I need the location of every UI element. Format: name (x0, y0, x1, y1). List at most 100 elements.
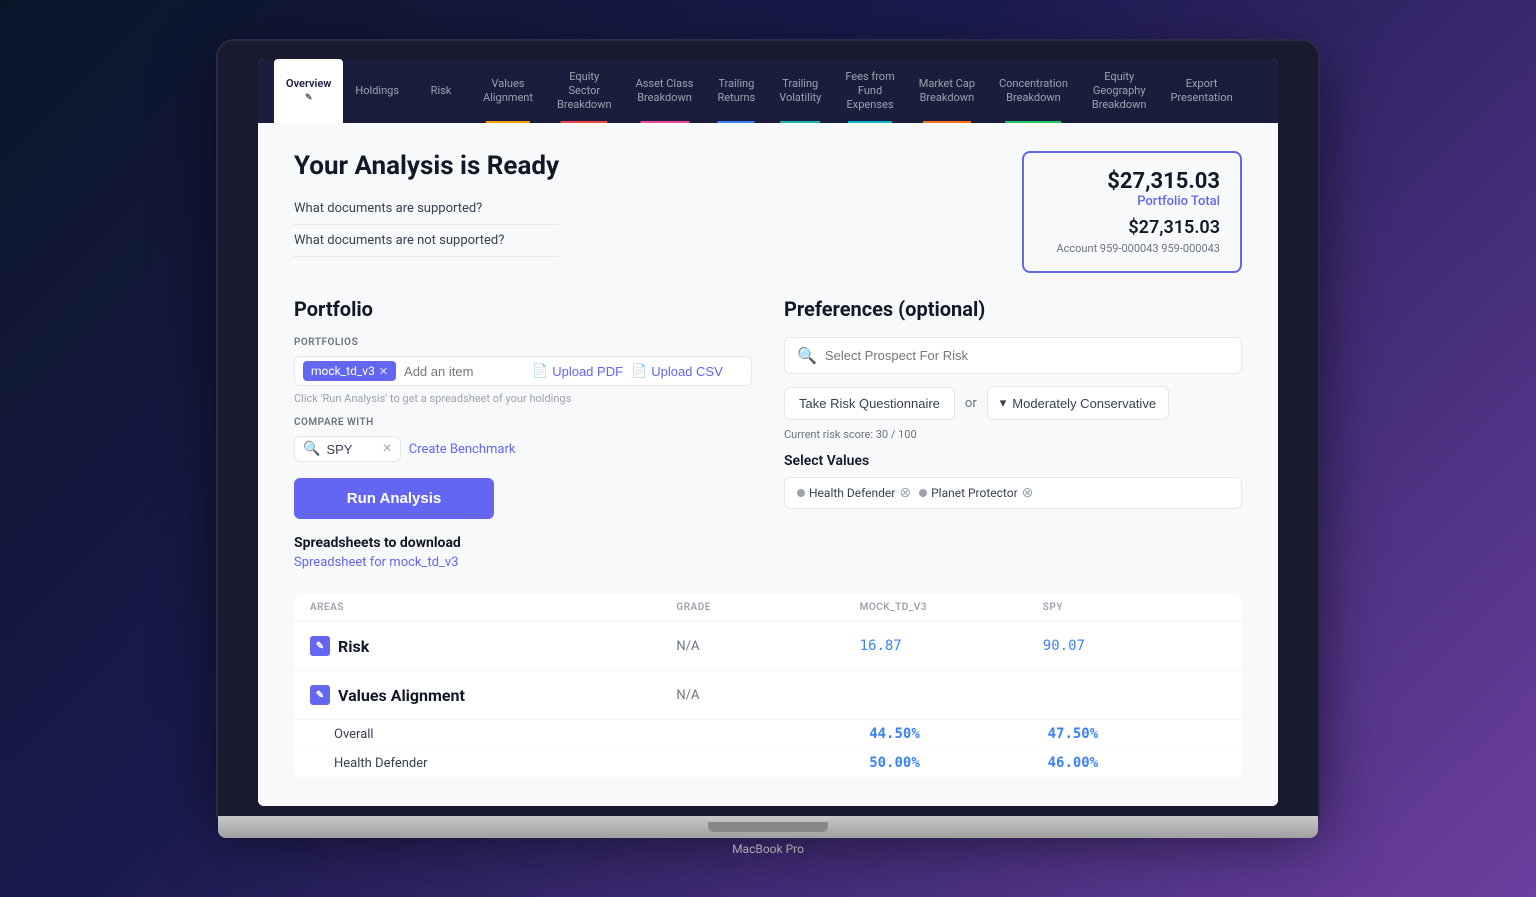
planet-protector-dot (919, 489, 927, 497)
prospect-search-bar: 🔍 (784, 337, 1242, 374)
prospect-search-icon: 🔍 (797, 346, 817, 365)
nav-label-trailing-returns: Trailing Returns (717, 77, 755, 106)
analysis-table: AREAS GRADE MOCK_TD_V3 SPY ✎ Risk N/A 16… (294, 594, 1242, 778)
chevron-down-icon: ▾ (1000, 395, 1007, 411)
sub-row-health-defender: Health Defender 50.00% 46.00% (294, 749, 1242, 778)
add-item-input[interactable] (404, 364, 524, 379)
nav-label-overview: Overview (286, 77, 331, 91)
upload-pdf-button[interactable]: 📄 Upload PDF (532, 363, 623, 379)
risk-mock-value: 16.87 (860, 638, 1043, 654)
values-alignment-grade: N/A (676, 688, 859, 703)
portfolio-total-card: $27,315.03 Portfolio Total $27,315.03 Ac… (1022, 151, 1242, 273)
portfolio-account-detail: Account 959-000043 959-000043 (1044, 242, 1220, 255)
page-title: Your Analysis is Ready (294, 151, 559, 181)
sub-row-overall: Overall 44.50% 47.50% (294, 720, 1242, 749)
laptop-model-label: MacBook Pro (218, 842, 1318, 856)
compare-input[interactable] (326, 442, 376, 457)
prospect-search-input[interactable] (825, 348, 1229, 363)
compare-with-label: COMPARE WITH (294, 417, 752, 428)
clear-compare-button[interactable]: × (382, 441, 391, 457)
nav-label-equity-geography: Equity Geography Breakdown (1092, 70, 1147, 113)
nav-label-holdings: Holdings (355, 84, 399, 98)
create-benchmark-link[interactable]: Create Benchmark (409, 442, 516, 457)
preferences-section-title: Preferences (optional) (784, 297, 1242, 321)
preferences-column: Preferences (optional) 🔍 Take Risk Quest… (784, 297, 1242, 570)
portfolio-column: Portfolio PORTFOLIOS mock_td_v3 ✕ 📄 Uplo… (294, 297, 752, 570)
risk-label: Risk (338, 637, 369, 656)
values-tags-row: Health Defender ⊗ Planet Protector ⊗ (784, 477, 1242, 509)
nav-item-asset-class[interactable]: Asset Class Breakdown (624, 59, 706, 123)
spreadsheet-link[interactable]: Spreadsheet for mock_td_v3 (294, 555, 752, 570)
sub-label-health-defender: Health Defender (334, 756, 691, 771)
nav-label-concentration: Concentration Breakdown (999, 77, 1068, 106)
compare-row: 🔍 × Create Benchmark (294, 436, 752, 462)
table-header-row: AREAS GRADE MOCK_TD_V3 SPY (294, 594, 1242, 622)
take-risk-questionnaire-button[interactable]: Take Risk Questionnaire (784, 387, 955, 420)
col-header-areas: AREAS (310, 602, 676, 613)
portfolio-total-label: Portfolio Total (1044, 194, 1220, 209)
values-alignment-area-icon: ✎ (310, 685, 330, 705)
nav-item-equity-geography[interactable]: Equity Geography Breakdown (1080, 59, 1159, 123)
table-row-values-alignment: ✎ Values Alignment N/A (294, 671, 1242, 720)
overall-spy-value: 47.50% (1048, 726, 1226, 742)
portfolio-total-amount: $27,315.03 (1044, 169, 1220, 194)
nav-item-export[interactable]: Export Presentation (1158, 59, 1244, 123)
upload-pdf-icon: 📄 (532, 363, 548, 379)
health-defender-remove[interactable]: ⊗ (899, 486, 911, 500)
select-values-title: Select Values (784, 453, 1242, 469)
nav-label-asset-class: Asset Class Breakdown (636, 77, 694, 106)
spreadsheets-title: Spreadsheets to download (294, 535, 752, 551)
laptop-base (218, 816, 1318, 838)
upload-csv-button[interactable]: 📄 Upload CSV (631, 363, 723, 379)
col-header-mock: MOCK_TD_V3 (860, 602, 1043, 613)
area-label-risk: ✎ Risk (310, 636, 676, 656)
risk-level-dropdown[interactable]: ▾ Moderately Conservative (987, 386, 1169, 420)
nav-item-fees[interactable]: Fees from Fund Expenses (833, 59, 906, 123)
portfolio-section-title: Portfolio (294, 297, 752, 321)
risk-spy-value: 90.07 (1043, 638, 1226, 654)
nav-item-equity-sector[interactable]: Equity Sector Breakdown (545, 59, 624, 123)
nav-item-values-alignment[interactable]: Values Alignment (471, 59, 545, 123)
nav-item-concentration[interactable]: Concentration Breakdown (987, 59, 1080, 123)
nav-item-risk[interactable]: Risk (411, 59, 471, 123)
nav-label-values-alignment: Values Alignment (483, 77, 533, 106)
values-alignment-label: Values Alignment (338, 686, 465, 705)
faq-item-1[interactable]: What documents are supported? (294, 193, 559, 225)
analysis-header-left: Your Analysis is Ready What documents ar… (294, 151, 559, 257)
portfolio-tag-remove[interactable]: ✕ (379, 365, 388, 378)
risk-score-text: Current risk score: 30 / 100 (784, 428, 1242, 441)
run-analysis-button[interactable]: Run Analysis (294, 478, 494, 519)
col-header-grade: GRADE (676, 602, 859, 613)
portfolios-label: PORTFOLIOS (294, 337, 752, 348)
navigation-bar: Overview ✎ Holdings Risk Values Alignmen… (258, 59, 1278, 123)
nav-label-equity-sector: Equity Sector Breakdown (557, 70, 612, 113)
laptop-notch (708, 822, 828, 832)
nav-item-holdings[interactable]: Holdings (343, 59, 411, 123)
health-defender-spy-value: 46.00% (1048, 755, 1226, 771)
preferences-row: Take Risk Questionnaire or ▾ Moderately … (784, 386, 1242, 420)
click-hint-text: Click 'Run Analysis' to get a spreadshee… (294, 392, 752, 405)
main-content: Your Analysis is Ready What documents ar… (258, 123, 1278, 806)
value-tag-planet-protector: Planet Protector ⊗ (919, 486, 1033, 500)
area-label-values-alignment: ✎ Values Alignment (310, 685, 676, 705)
two-col-layout: Portfolio PORTFOLIOS mock_td_v3 ✕ 📄 Uplo… (294, 297, 1242, 570)
compare-input-wrap: 🔍 × (294, 436, 401, 462)
value-tag-health-defender: Health Defender ⊗ (797, 486, 911, 500)
table-row-risk: ✎ Risk N/A 16.87 90.07 (294, 622, 1242, 671)
search-icon: 🔍 (303, 441, 320, 457)
or-text: or (965, 396, 977, 411)
risk-area-icon: ✎ (310, 636, 330, 656)
analysis-header: Your Analysis is Ready What documents ar… (294, 151, 1242, 273)
health-defender-mock-value: 50.00% (869, 755, 1047, 771)
overall-mock-value: 44.50% (869, 726, 1047, 742)
nav-label-fees: Fees from Fund Expenses (845, 70, 894, 113)
nav-item-trailing-volatility[interactable]: Trailing Volatility (767, 59, 833, 123)
faq-item-2[interactable]: What documents are not supported? (294, 225, 559, 257)
nav-item-trailing-returns[interactable]: Trailing Returns (705, 59, 767, 123)
nav-label-market-cap: Market Cap Breakdown (919, 77, 975, 106)
health-defender-dot (797, 489, 805, 497)
upload-csv-icon: 📄 (631, 363, 647, 379)
nav-item-overview[interactable]: Overview ✎ (274, 59, 343, 123)
planet-protector-remove[interactable]: ⊗ (1022, 486, 1034, 500)
nav-item-market-cap[interactable]: Market Cap Breakdown (907, 59, 987, 123)
